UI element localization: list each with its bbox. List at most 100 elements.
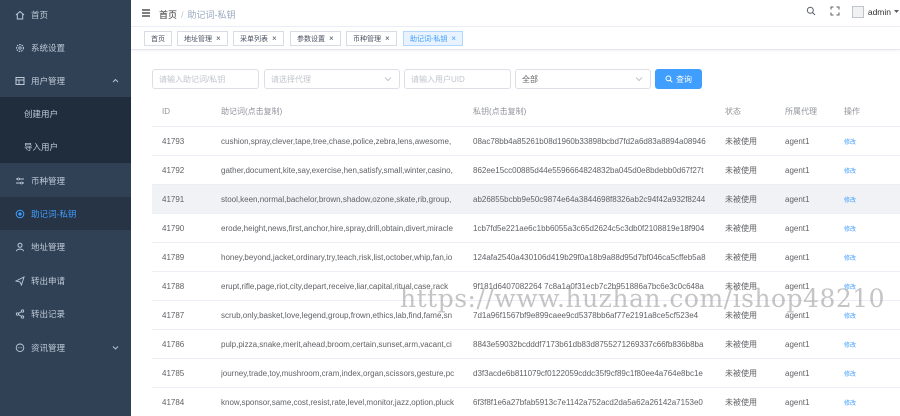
tab-home[interactable]: 首页 xyxy=(144,31,172,46)
sidebar: 首页 系统设置 用户管理 创建用户 导入用户 币种管理 助记词-私钥 地址管理 … xyxy=(0,0,131,416)
edit-link-label: 修改 xyxy=(844,255,857,262)
cell-mnemonic[interactable]: journey,trade,toy,mushroom,cram,index,or… xyxy=(221,359,463,387)
cell-private-key[interactable]: 124afa2540a430106d419b29f0a18b9a88d95d7b… xyxy=(473,243,715,271)
edit-link[interactable]: 修改 xyxy=(844,214,894,242)
breadcrumb-home[interactable]: 首页 xyxy=(159,10,177,20)
agent-select[interactable]: 请选择代理 xyxy=(264,69,400,89)
gear-icon xyxy=(15,43,25,53)
tab-currency[interactable]: 币种管理 × xyxy=(346,31,397,46)
sidebar-item-currency[interactable]: 币种管理 xyxy=(0,164,131,197)
sidebar-item-label: 用户管理 xyxy=(31,75,66,86)
sidebar-item-import-user[interactable]: 导入用户 xyxy=(0,130,131,163)
cell-id: 41786 xyxy=(162,339,185,349)
search-button[interactable]: 查询 xyxy=(655,69,702,89)
close-icon[interactable]: × xyxy=(216,34,221,43)
cell-mnemonic[interactable]: gather,document,kite,say,exercise,hen,sa… xyxy=(221,156,463,184)
close-icon[interactable]: × xyxy=(329,34,334,43)
caret-down-icon[interactable] xyxy=(893,7,900,17)
cell-agent: agent1 xyxy=(785,368,810,378)
chat-icon xyxy=(15,343,25,353)
cell-private-key[interactable]: ab26855bcbb9e50c9874e64a3844698f8326ab2c… xyxy=(473,185,715,213)
header-right: admin xyxy=(806,6,900,18)
sidebar-item-label: 地址管理 xyxy=(31,241,66,252)
search-button-label: 查询 xyxy=(676,74,692,84)
edit-link[interactable]: 修改 xyxy=(844,243,894,271)
chevron-down-icon xyxy=(384,75,392,85)
edit-link-label: 修改 xyxy=(844,168,857,175)
cell-private-key[interactable]: 8843e59032bcdddf7173b61db83d875527126933… xyxy=(473,330,715,358)
table-header: ID 助记词(点击复制) 私钥(点击复制) 状态 所属代理 操作 xyxy=(152,97,900,127)
tab-order-list[interactable]: 采单列表 × xyxy=(233,31,284,46)
mnemonic-search-input[interactable]: 请输入助记词/私钥 xyxy=(152,69,259,89)
edit-link[interactable]: 修改 xyxy=(844,359,894,387)
person-icon xyxy=(15,242,25,252)
cell-private-key[interactable]: 6f3f8f1e6a27bfab5913c7e1142a752acd2da5a6… xyxy=(473,388,715,416)
breadcrumb: 首页 / 助记词-私钥 xyxy=(159,10,236,20)
cell-agent: agent1 xyxy=(785,165,810,175)
sidebar-item-label: 资讯管理 xyxy=(31,342,66,353)
cell-mnemonic[interactable]: pulp,pizza,snake,merit,ahead,broom,certa… xyxy=(221,330,463,358)
edit-link-label: 修改 xyxy=(844,139,857,146)
cell-mnemonic[interactable]: honey,beyond,jacket,ordinary,try,teach,r… xyxy=(221,243,463,271)
cell-private-key[interactable]: 08ac78bb4a85261b08d1960b33898bcbd7fd2a6d… xyxy=(473,127,715,155)
edit-link-label: 修改 xyxy=(844,371,857,378)
tab-label: 首页 xyxy=(151,35,165,43)
cell-private-key[interactable]: 1cb7fd5e221ae6c1bb6055a3c65d2624c5c3db0f… xyxy=(473,214,715,242)
edit-link[interactable]: 修改 xyxy=(844,156,894,184)
close-icon[interactable]: × xyxy=(451,34,456,43)
tab-params[interactable]: 参数设置 × xyxy=(290,31,341,46)
col-agent: 所属代理 xyxy=(785,107,817,116)
cell-id: 41784 xyxy=(162,397,185,407)
edit-link[interactable]: 修改 xyxy=(844,388,894,416)
cell-mnemonic[interactable]: erode,height,news,first,anchor,hire,spra… xyxy=(221,214,463,242)
cell-status: 未被使用 xyxy=(725,397,757,407)
sidebar-item-transfer-request[interactable]: 转出申请 xyxy=(0,264,131,297)
sidebar-item-label: 导入用户 xyxy=(24,141,59,152)
cell-status: 未被使用 xyxy=(725,252,757,262)
sidebar-item-settings[interactable]: 系统设置 xyxy=(0,31,131,64)
cell-mnemonic[interactable]: cushion,spray,clever,tape,tree,chase,pol… xyxy=(221,127,463,155)
status-select[interactable]: 全部 xyxy=(515,69,651,89)
cell-status: 未被使用 xyxy=(725,136,757,146)
search-icon xyxy=(665,75,673,83)
col-id: ID xyxy=(162,107,170,116)
sidebar-item-label: 转出申请 xyxy=(31,275,66,286)
sidebar-item-label: 助记词-私钥 xyxy=(31,208,77,219)
sidebar-item-user-management[interactable]: 用户管理 xyxy=(0,64,131,97)
edit-link-label: 修改 xyxy=(844,342,857,349)
edit-link-label: 修改 xyxy=(844,197,857,204)
avatar[interactable] xyxy=(851,6,864,18)
cell-id: 41790 xyxy=(162,223,185,233)
table-row: 41785 journey,trade,toy,mushroom,cram,in… xyxy=(152,359,900,388)
cell-id: 41789 xyxy=(162,252,185,262)
cell-mnemonic[interactable]: stool,keen,normal,bachelor,brown,shadow,… xyxy=(221,185,463,213)
sidebar-item-create-user[interactable]: 创建用户 xyxy=(0,97,131,130)
hamburger-icon[interactable] xyxy=(141,8,151,20)
user-name[interactable]: admin xyxy=(868,7,891,17)
close-icon[interactable]: × xyxy=(272,34,277,43)
chevron-up-icon xyxy=(112,76,119,86)
cell-agent: agent1 xyxy=(785,397,810,407)
search-icon[interactable] xyxy=(806,6,816,18)
sidebar-item-label: 系统设置 xyxy=(31,42,66,53)
sidebar-item-mnemonic-key[interactable]: 助记词-私钥 xyxy=(0,197,131,230)
table-row: 41792 gather,document,kite,say,exercise,… xyxy=(152,156,900,185)
edit-link[interactable]: 修改 xyxy=(844,330,894,358)
cell-private-key[interactable]: d3f3acde6b811079cf0122059cddc35f9cf89c1f… xyxy=(473,359,715,387)
cell-private-key[interactable]: 862ee15cc00885d44e5596664824832ba045d0e8… xyxy=(473,156,715,184)
cell-id: 41787 xyxy=(162,310,185,320)
uid-search-input[interactable]: 请输入用户UID xyxy=(404,69,511,89)
tab-address[interactable]: 地址管理 × xyxy=(177,31,228,46)
edit-link[interactable]: 修改 xyxy=(844,185,894,213)
tab-mnemonic-key[interactable]: 助记词-私钥 × xyxy=(403,31,464,46)
close-icon[interactable]: × xyxy=(385,34,390,43)
sidebar-item-home[interactable]: 首页 xyxy=(0,0,131,31)
sidebar-item-address[interactable]: 地址管理 xyxy=(0,230,131,263)
watermark: https://www.huzhan.com/ishop48210 xyxy=(400,284,886,313)
cell-mnemonic[interactable]: know,sponsor,same,cost,resist,rate,level… xyxy=(221,388,463,416)
fullscreen-icon[interactable] xyxy=(830,6,840,18)
edit-link[interactable]: 修改 xyxy=(844,127,894,155)
sidebar-item-transfer-record[interactable]: 转出记录 xyxy=(0,297,131,330)
cell-status: 未被使用 xyxy=(725,165,757,175)
sidebar-item-news[interactable]: 资讯管理 xyxy=(0,331,131,364)
